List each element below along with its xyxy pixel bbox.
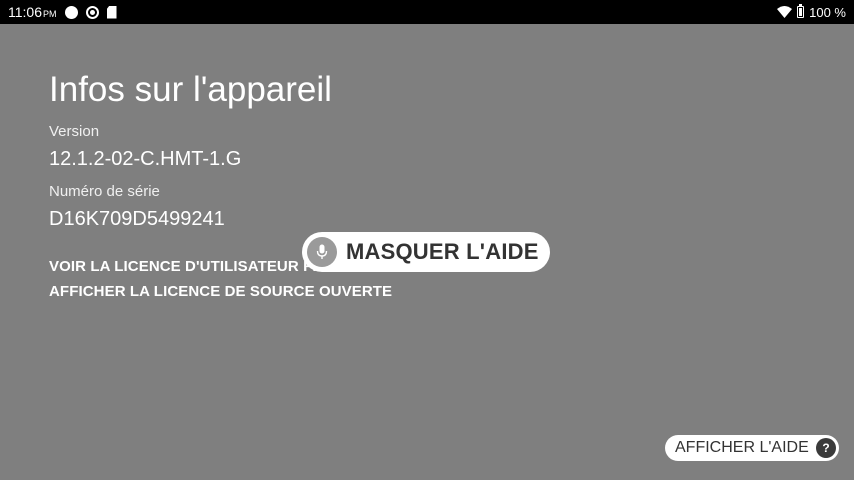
clock: 11:06PM	[8, 4, 57, 20]
serial-value: D16K709D5499241	[49, 208, 225, 230]
status-right: 100 %	[777, 4, 854, 20]
status-left: 11:06PM	[0, 4, 117, 20]
show-help-label: AFFICHER L'AIDE	[675, 439, 809, 456]
page-title: Infos sur l'appareil	[49, 70, 332, 109]
sd-card-icon	[106, 5, 117, 19]
circle-notification-icon	[64, 5, 78, 19]
hide-help-label: MASQUER L'AIDE	[346, 239, 539, 264]
clock-ampm: PM	[43, 9, 57, 19]
show-help-button[interactable]: AFFICHER L'AIDE ?	[665, 435, 839, 461]
version-value: 12.1.2-02-C.HMT-1.G	[49, 148, 242, 170]
microphone-icon	[307, 237, 337, 267]
battery-text: 100 %	[809, 4, 846, 20]
serial-label: Numéro de série	[49, 183, 160, 200]
help-question-icon: ?	[816, 438, 836, 458]
status-bar: 11:06PM 100 %	[0, 0, 854, 24]
sync-icon	[85, 5, 99, 19]
version-label: Version	[49, 123, 100, 140]
battery-icon	[797, 4, 805, 18]
clock-time: 11:06	[8, 4, 42, 20]
open-source-license-link[interactable]: AFFICHER LA LICENCE DE SOURCE OUVERTE	[49, 283, 392, 300]
wifi-icon	[777, 6, 793, 18]
hide-help-button[interactable]: MASQUER L'AIDE	[302, 232, 550, 272]
